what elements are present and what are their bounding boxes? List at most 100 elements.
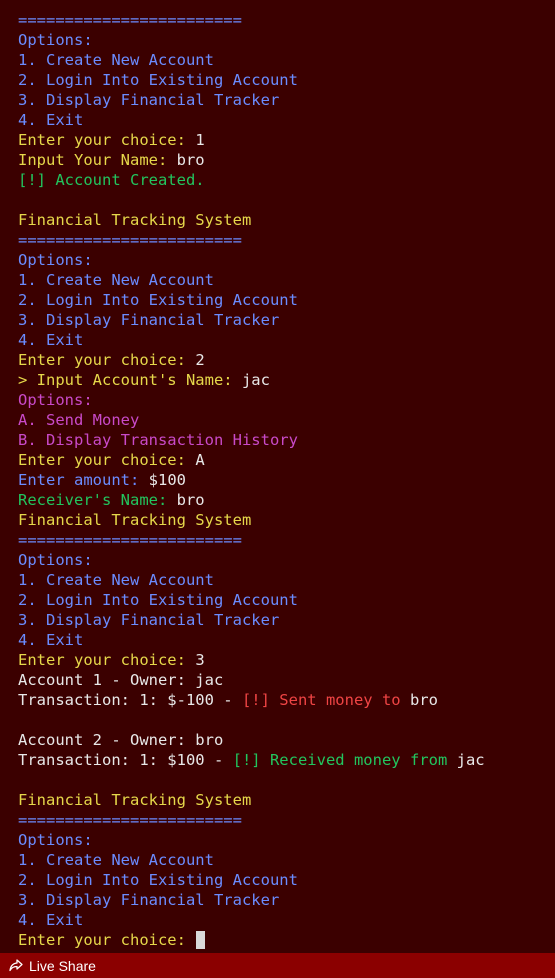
terminal-text: 2. Login Into Existing Account bbox=[18, 71, 298, 89]
terminal-text: Options: bbox=[18, 391, 93, 409]
terminal-text: 1. Create New Account bbox=[18, 51, 214, 69]
terminal-text: ======================== bbox=[18, 811, 242, 829]
terminal-text: Input Your Name: bbox=[18, 151, 177, 169]
terminal-text: > Input Account's Name: bbox=[18, 371, 242, 389]
terminal-line: > Input Account's Name: jac bbox=[18, 370, 555, 390]
terminal-line: 2. Login Into Existing Account bbox=[18, 290, 555, 310]
terminal-line: 4. Exit bbox=[18, 110, 555, 130]
terminal-text: [!] Received money from bbox=[232, 751, 457, 769]
terminal-text: Options: bbox=[18, 31, 93, 49]
terminal-text: ======================== bbox=[18, 231, 242, 249]
terminal-text: 2 bbox=[195, 351, 205, 369]
terminal-text: 2. Login Into Existing Account bbox=[18, 291, 298, 309]
terminal-line: 4. Exit bbox=[18, 910, 555, 930]
terminal-text: 2. Login Into Existing Account bbox=[18, 591, 298, 609]
terminal-line: ======================== bbox=[18, 10, 555, 30]
terminal-text: [!] Sent money to bbox=[241, 691, 410, 709]
terminal-line: Input Your Name: bro bbox=[18, 150, 555, 170]
terminal-line: Options: bbox=[18, 830, 555, 850]
terminal-text: 4. Exit bbox=[18, 331, 84, 349]
terminal-text: Transaction: 1: $100 - bbox=[18, 751, 233, 769]
terminal-line: 3. Display Financial Tracker bbox=[18, 90, 555, 110]
terminal-text: 4. Exit bbox=[18, 911, 84, 929]
terminal-text: Options: bbox=[18, 251, 93, 269]
terminal-text: 3 bbox=[195, 651, 205, 669]
terminal-line: 1. Create New Account bbox=[18, 270, 555, 290]
terminal-line: Enter your choice: 1 bbox=[18, 130, 555, 150]
terminal-text: [!] Account Created. bbox=[18, 171, 205, 189]
terminal-text: 3. Display Financial Tracker bbox=[18, 311, 280, 329]
terminal-text: B. Display Transaction History bbox=[18, 431, 298, 449]
terminal-line: Transaction: 1: $100 - [!] Received mone… bbox=[18, 750, 555, 770]
terminal-text: 1. Create New Account bbox=[18, 851, 214, 869]
terminal-line: 3. Display Financial Tracker bbox=[18, 890, 555, 910]
terminal-text: 1. Create New Account bbox=[18, 571, 214, 589]
terminal-line: Enter your choice: 3 bbox=[18, 650, 555, 670]
terminal-line: Financial Tracking System bbox=[18, 790, 555, 810]
terminal-text: Financial Tracking System bbox=[18, 211, 252, 229]
terminal-line: Options: bbox=[18, 30, 555, 50]
terminal-line: ======================== bbox=[18, 530, 555, 550]
terminal-line: Financial Tracking System bbox=[18, 510, 555, 530]
terminal-text: Transaction: 1: $-100 - bbox=[18, 691, 242, 709]
terminal-text: bro bbox=[409, 691, 438, 709]
terminal-text: A bbox=[195, 451, 205, 469]
terminal-line: Enter your choice: A bbox=[18, 450, 555, 470]
terminal-line: Account 2 - Owner: bro bbox=[18, 730, 555, 750]
terminal-line: 2. Login Into Existing Account bbox=[18, 70, 555, 90]
terminal-line: Options: bbox=[18, 250, 555, 270]
terminal-line: 4. Exit bbox=[18, 330, 555, 350]
terminal-text: jac bbox=[456, 751, 485, 769]
terminal-cursor bbox=[196, 930, 206, 949]
terminal-text: 3. Display Financial Tracker bbox=[18, 891, 280, 909]
live-share-button[interactable]: Live Share bbox=[0, 953, 104, 978]
terminal-text: Enter your choice: bbox=[18, 651, 196, 669]
terminal-line: ======================== bbox=[18, 810, 555, 830]
terminal-text: A. Send Money bbox=[18, 411, 140, 429]
terminal-text: Financial Tracking System bbox=[18, 511, 252, 529]
terminal-line: Enter your choice: 2 bbox=[18, 350, 555, 370]
terminal-output[interactable]: ======================== Options: 1. Creat… bbox=[18, 10, 555, 950]
terminal-line: Options: bbox=[18, 390, 555, 410]
terminal-text: Options: bbox=[18, 831, 93, 849]
terminal-text: bro bbox=[176, 491, 205, 509]
terminal-text: 3. Display Financial Tracker bbox=[18, 91, 280, 109]
live-share-label: Live Share bbox=[29, 957, 96, 974]
terminal-line: B. Display Transaction History bbox=[18, 430, 555, 450]
terminal-text: Options: bbox=[18, 551, 93, 569]
terminal-text: Account 1 - Owner: jac bbox=[18, 671, 224, 689]
terminal-text: bro bbox=[176, 151, 205, 169]
terminal-line: 3. Display Financial Tracker bbox=[18, 610, 555, 630]
terminal-line: [!] Account Created. bbox=[18, 170, 555, 190]
terminal-text: Enter your choice: bbox=[18, 351, 196, 369]
terminal-text: Financial Tracking System bbox=[18, 791, 252, 809]
terminal-text: 1. Create New Account bbox=[18, 271, 214, 289]
terminal-line: Receiver's Name: bro bbox=[18, 490, 555, 510]
terminal-text: Enter your choice: bbox=[18, 931, 196, 949]
terminal-text: ======================== bbox=[18, 531, 242, 549]
terminal-line: ======================== bbox=[18, 230, 555, 250]
terminal-line: Transaction: 1: $-100 - [!] Sent money t… bbox=[18, 690, 555, 710]
terminal-text: Enter your choice: bbox=[18, 131, 196, 149]
terminal-line: 2. Login Into Existing Account bbox=[18, 590, 555, 610]
terminal-line: Enter amount: $100 bbox=[18, 470, 555, 490]
terminal-text: 4. Exit bbox=[18, 631, 84, 649]
terminal-line: 1. Create New Account bbox=[18, 570, 555, 590]
terminal-line: 4. Exit bbox=[18, 630, 555, 650]
terminal-line: Enter your choice: bbox=[18, 930, 555, 950]
terminal-line: 2. Login Into Existing Account bbox=[18, 870, 555, 890]
status-bar: Live Share bbox=[0, 953, 555, 978]
terminal-text: Receiver's Name: bbox=[18, 491, 177, 509]
terminal-text: 3. Display Financial Tracker bbox=[18, 611, 280, 629]
terminal-line: 1. Create New Account bbox=[18, 50, 555, 70]
terminal-line: Financial Tracking System bbox=[18, 210, 555, 230]
terminal-text: Enter your choice: bbox=[18, 451, 196, 469]
terminal-line: 3. Display Financial Tracker bbox=[18, 310, 555, 330]
terminal-text: 2. Login Into Existing Account bbox=[18, 871, 298, 889]
terminal-line: Options: bbox=[18, 550, 555, 570]
terminal-line: A. Send Money bbox=[18, 410, 555, 430]
terminal-text: Enter amount: bbox=[18, 471, 149, 489]
